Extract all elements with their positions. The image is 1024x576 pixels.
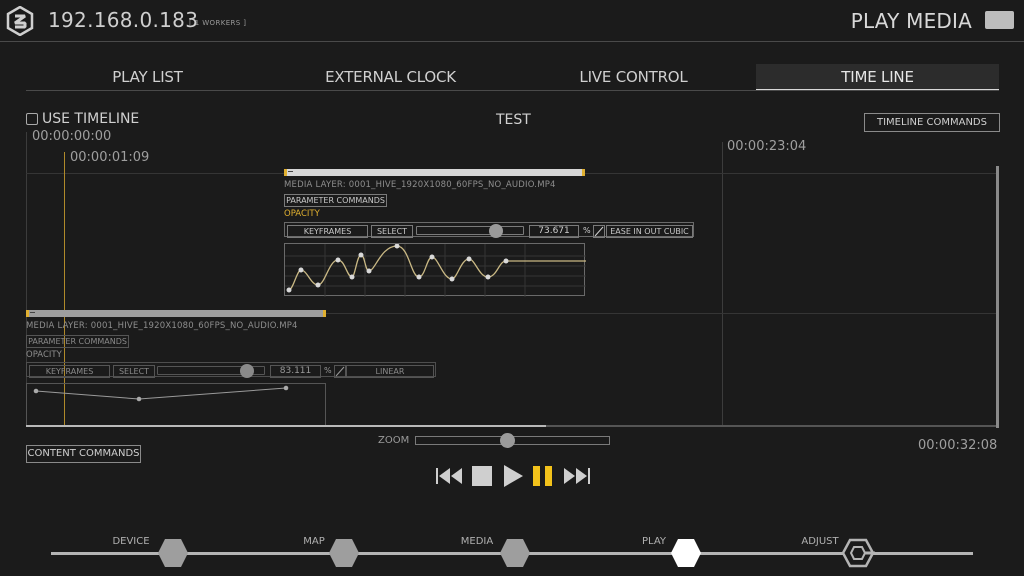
- page-title: PLAY MEDIA: [850, 9, 972, 33]
- opacity-slider-knob[interactable]: [239, 364, 254, 378]
- use-timeline-checkbox[interactable]: [26, 113, 38, 125]
- device-ip: 192.168.0.183: [48, 8, 199, 32]
- content-commands-button[interactable]: CONTENT COMMANDS: [26, 445, 141, 463]
- easing-select[interactable]: EASE IN OUT CUBIC: [606, 225, 693, 238]
- easing-icon[interactable]: [334, 365, 346, 378]
- media-layer-label: MEDIA LAYER: 0001_HIVE_1920X1080_60FPS_N…: [26, 321, 298, 331]
- media-layer-clip[interactable]: [284, 169, 585, 176]
- nav-adjust-hexagon-icon[interactable]: [842, 538, 876, 568]
- timeline-scrollbar-thumb[interactable]: [26, 425, 546, 427]
- tab-external-clock[interactable]: EXTERNAL CLOCK: [269, 64, 512, 90]
- opacity-slider-knob[interactable]: [488, 224, 503, 238]
- time-marker: 00:00:23:04: [727, 139, 807, 154]
- media-layer-clip[interactable]: [26, 310, 326, 317]
- opacity-value[interactable]: 73.671: [529, 225, 579, 238]
- time-cursor: 00:00:01:09: [70, 150, 150, 165]
- worker-count: [ 1 WORKERS ]: [189, 19, 247, 27]
- zoom-slider-knob[interactable]: [500, 433, 515, 448]
- opacity-curve-graph: [285, 243, 586, 297]
- opacity-label: OPACITY: [26, 350, 62, 360]
- opacity-curve-editor[interactable]: [26, 383, 326, 427]
- select-button[interactable]: SELECT: [371, 225, 413, 238]
- tabs-divider: [26, 90, 999, 91]
- keyframes-button[interactable]: KEYFRAMES: [29, 365, 110, 378]
- tab-play-list[interactable]: PLAY LIST: [26, 64, 269, 90]
- fast-forward-icon[interactable]: [563, 463, 591, 489]
- parameter-commands-button[interactable]: PARAMETER COMMANDS: [26, 335, 129, 348]
- tab-live-control[interactable]: LIVE CONTROL: [512, 64, 755, 90]
- easing-icon[interactable]: [593, 225, 605, 238]
- select-button[interactable]: SELECT: [113, 365, 155, 378]
- nav-media-hexagon-icon[interactable]: [499, 538, 531, 568]
- percent-label: %: [583, 226, 591, 235]
- pause-icon[interactable]: [532, 463, 554, 489]
- time-start: 00:00:00:00: [32, 129, 112, 144]
- rewind-icon[interactable]: [435, 463, 463, 489]
- time-end: 00:00:32:08: [918, 438, 998, 453]
- nav-play-hexagon-icon[interactable]: [670, 538, 702, 568]
- easing-select[interactable]: LINEAR: [346, 365, 434, 378]
- vertical-scrollbar[interactable]: [996, 166, 999, 428]
- tab-time-line[interactable]: TIME LINE: [756, 64, 999, 91]
- media-layer-label: MEDIA LAYER: 0001_HIVE_1920X1080_60FPS_N…: [284, 180, 556, 190]
- timeline-commands-button[interactable]: TIMELINE COMMANDS: [864, 113, 1000, 132]
- keyframes-button[interactable]: KEYFRAMES: [287, 225, 368, 238]
- header-divider: [0, 41, 1024, 42]
- opacity-curve-graph: [33, 385, 289, 402]
- nav-device-hexagon-icon[interactable]: [157, 538, 189, 568]
- zoom-label: ZOOM: [378, 435, 410, 446]
- opacity-label: OPACITY: [284, 209, 320, 219]
- use-timeline-label: USE TIMELINE: [42, 111, 140, 127]
- opacity-value[interactable]: 83.111: [270, 365, 321, 378]
- app-logo-icon: [6, 6, 34, 36]
- timeline-name: TEST: [496, 112, 531, 128]
- stop-icon[interactable]: [471, 463, 493, 489]
- opacity-slider[interactable]: [416, 226, 524, 235]
- opacity-curve-editor[interactable]: [284, 243, 586, 297]
- percent-label: %: [324, 366, 332, 375]
- timeline-marker-line: [722, 142, 723, 427]
- menu-button[interactable]: [985, 11, 1014, 29]
- parameter-commands-button[interactable]: PARAMETER COMMANDS: [284, 194, 387, 207]
- play-icon[interactable]: [502, 463, 524, 489]
- nav-map-hexagon-icon[interactable]: [328, 538, 360, 568]
